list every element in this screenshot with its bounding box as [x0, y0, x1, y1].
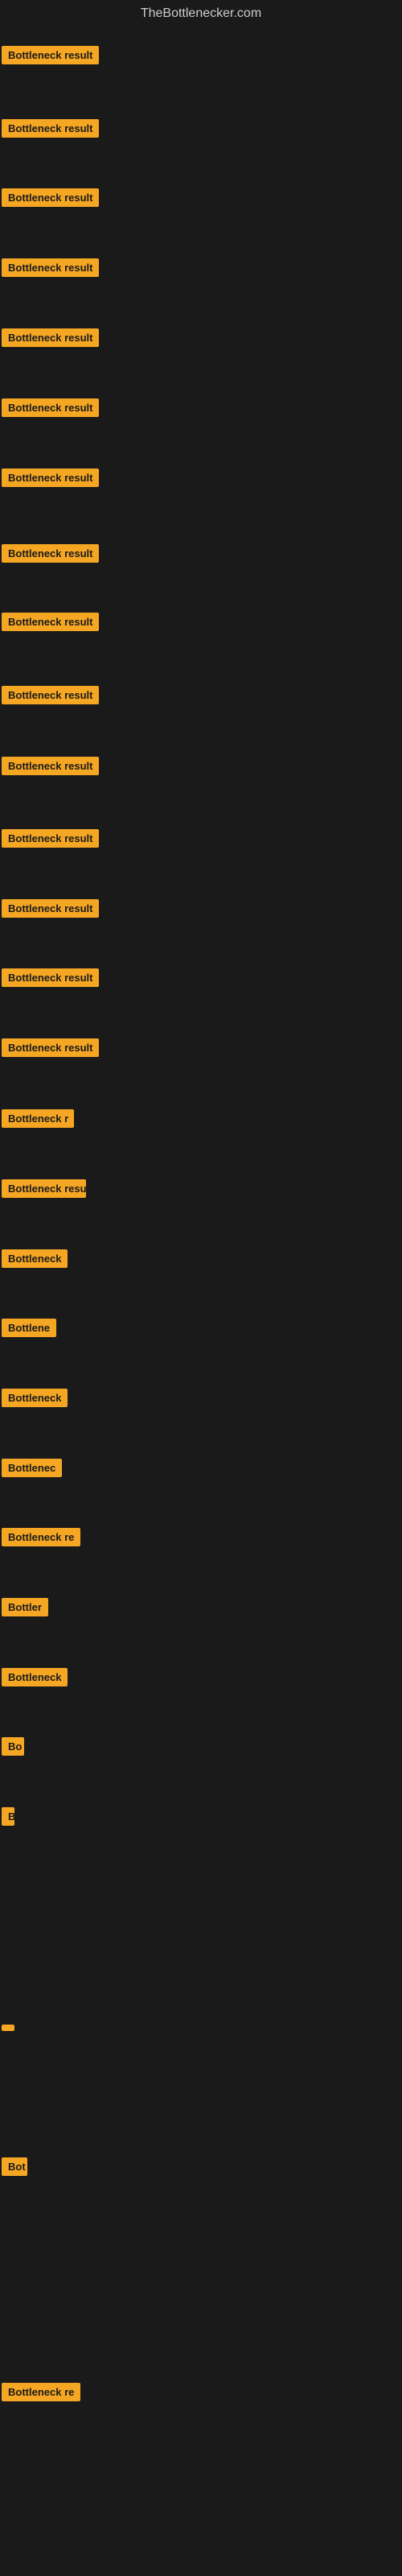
- result-item-2: Bottleneck result: [2, 119, 99, 142]
- result-badge-2[interactable]: Bottleneck result: [2, 119, 99, 138]
- result-item-3: Bottleneck result: [2, 188, 99, 211]
- result-item-11: Bottleneck result: [2, 757, 99, 779]
- result-badge-24[interactable]: Bottleneck: [2, 1668, 68, 1686]
- result-item-28: Bot: [2, 2157, 27, 2180]
- result-item-10: Bottleneck result: [2, 686, 99, 708]
- result-badge-16[interactable]: Bottleneck r: [2, 1109, 74, 1128]
- result-item-17: Bottleneck resu: [2, 1179, 86, 1202]
- result-badge-18[interactable]: Bottleneck: [2, 1249, 68, 1268]
- result-item-13: Bottleneck result: [2, 899, 99, 922]
- site-title: TheBottlenecker.com: [0, 0, 402, 24]
- result-item-18: Bottleneck: [2, 1249, 68, 1272]
- result-item-26: B: [2, 1807, 14, 1830]
- result-item-20: Bottleneck: [2, 1389, 68, 1411]
- result-item-7: Bottleneck result: [2, 469, 99, 491]
- result-item-25: Bo: [2, 1737, 24, 1760]
- result-badge-7[interactable]: Bottleneck result: [2, 469, 99, 487]
- result-item-9: Bottleneck result: [2, 613, 99, 635]
- result-item-16: Bottleneck r: [2, 1109, 74, 1132]
- result-badge-29[interactable]: Bottleneck re: [2, 2383, 80, 2401]
- result-item-8: Bottleneck result: [2, 544, 99, 567]
- result-item-4: Bottleneck result: [2, 258, 99, 281]
- result-badge-28[interactable]: Bot: [2, 2157, 27, 2176]
- result-item-6: Bottleneck result: [2, 398, 99, 421]
- result-badge-11[interactable]: Bottleneck result: [2, 757, 99, 775]
- result-badge-15[interactable]: Bottleneck result: [2, 1038, 99, 1057]
- result-badge-4[interactable]: Bottleneck result: [2, 258, 99, 277]
- result-item-21: Bottlenec: [2, 1459, 62, 1481]
- result-badge-9[interactable]: Bottleneck result: [2, 613, 99, 631]
- result-item-19: Bottlene: [2, 1319, 56, 1341]
- result-badge-5[interactable]: Bottleneck result: [2, 328, 99, 347]
- result-badge-21[interactable]: Bottlenec: [2, 1459, 62, 1477]
- result-item-1: Bottleneck result: [2, 46, 99, 68]
- result-badge-27[interactable]: [2, 2025, 14, 2031]
- result-badge-8[interactable]: Bottleneck result: [2, 544, 99, 563]
- result-item-29: Bottleneck re: [2, 2383, 80, 2405]
- result-badge-19[interactable]: Bottlene: [2, 1319, 56, 1337]
- result-badge-20[interactable]: Bottleneck: [2, 1389, 68, 1407]
- result-badge-12[interactable]: Bottleneck result: [2, 829, 99, 848]
- result-item-5: Bottleneck result: [2, 328, 99, 351]
- result-item-23: Bottler: [2, 1598, 48, 1620]
- result-item-12: Bottleneck result: [2, 829, 99, 852]
- result-badge-22[interactable]: Bottleneck re: [2, 1528, 80, 1546]
- result-badge-6[interactable]: Bottleneck result: [2, 398, 99, 417]
- result-badge-10[interactable]: Bottleneck result: [2, 686, 99, 704]
- result-badge-23[interactable]: Bottler: [2, 1598, 48, 1616]
- result-badge-3[interactable]: Bottleneck result: [2, 188, 99, 207]
- result-item-14: Bottleneck result: [2, 968, 99, 991]
- result-badge-26[interactable]: B: [2, 1807, 14, 1826]
- result-badge-25[interactable]: Bo: [2, 1737, 24, 1756]
- result-badge-14[interactable]: Bottleneck result: [2, 968, 99, 987]
- result-item-15: Bottleneck result: [2, 1038, 99, 1061]
- result-item-27: [2, 2021, 14, 2035]
- result-badge-1[interactable]: Bottleneck result: [2, 46, 99, 64]
- result-badge-13[interactable]: Bottleneck result: [2, 899, 99, 918]
- result-item-24: Bottleneck: [2, 1668, 68, 1690]
- result-item-22: Bottleneck re: [2, 1528, 80, 1550]
- result-badge-17[interactable]: Bottleneck resu: [2, 1179, 86, 1198]
